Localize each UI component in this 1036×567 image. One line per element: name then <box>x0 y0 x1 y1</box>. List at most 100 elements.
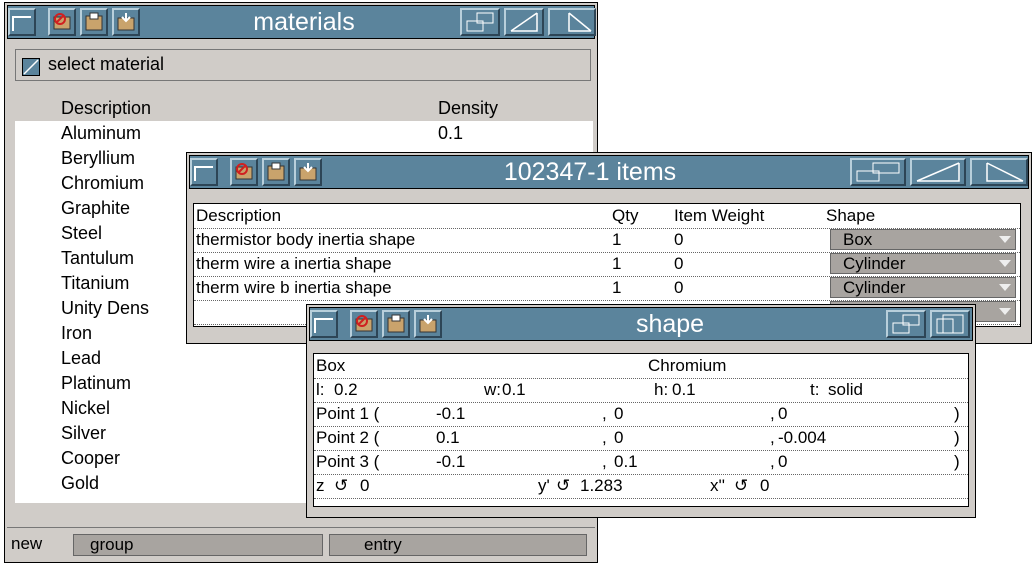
material-description: Titanium <box>61 273 130 293</box>
item-weight[interactable]: 0 <box>674 228 683 252</box>
list-item[interactable]: Aluminum 0.1 <box>15 121 593 146</box>
point-row: Point 1 (-0.1 0 0,,) <box>314 402 968 427</box>
maximize-icon <box>568 12 592 32</box>
materials-footer: new group entry <box>7 527 595 559</box>
thickness-field[interactable]: solid <box>828 378 863 402</box>
material-description: Graphite <box>61 198 131 218</box>
point-x-field[interactable]: 0.1 <box>436 426 460 450</box>
width-field[interactable]: 0.1 <box>502 378 526 402</box>
point-separator: ) <box>954 428 960 447</box>
delete-icon <box>53 13 71 30</box>
maximize-button[interactable] <box>548 8 596 36</box>
material-description: Lead <box>61 348 102 368</box>
delete-icon <box>355 315 373 332</box>
point-x-field[interactable]: -0.1 <box>436 402 465 426</box>
layout-icon <box>466 12 494 32</box>
material-description: Platinum <box>61 373 132 393</box>
shape-dropdown[interactable]: Cylinder <box>830 277 1016 298</box>
table-row[interactable]: therm wire a inertia shape 1 0 Cylinder <box>194 252 1020 277</box>
width-label: w: <box>484 380 501 399</box>
point-z-field[interactable]: -0.004 <box>778 426 826 450</box>
description-column-header[interactable]: Description <box>196 204 281 228</box>
minimize-icon <box>916 162 960 182</box>
point-y-field[interactable]: 0 <box>614 426 623 450</box>
restore-button[interactable] <box>930 310 970 338</box>
minimize-button[interactable] <box>910 158 966 186</box>
x-rotation-field[interactable]: 0 <box>760 474 769 498</box>
item-description[interactable]: therm wire a inertia shape <box>196 252 392 276</box>
point-separator: ) <box>954 404 960 423</box>
shape-dropdown-value: Box <box>843 230 873 249</box>
point-separator: ) <box>954 452 960 471</box>
layout-icon <box>856 162 900 182</box>
copy-tool-button[interactable] <box>80 8 108 36</box>
item-weight[interactable]: 0 <box>674 252 683 276</box>
window-menu-button[interactable] <box>190 158 218 186</box>
paste-tool-button[interactable] <box>112 8 140 36</box>
item-description[interactable]: therm wire b inertia shape <box>196 276 392 300</box>
maximize-button[interactable] <box>970 158 1028 186</box>
shape-window: shape Box Chromium l: 0.2 w: 0.1 h: 0.1 … <box>306 304 976 518</box>
delete-tool-button[interactable] <box>48 8 76 36</box>
shape-dropdown-value: Cylinder <box>843 254 906 273</box>
shape-dropdown[interactable]: Cylinder <box>830 253 1016 274</box>
item-qty[interactable]: 1 <box>612 228 621 252</box>
shape-dropdown[interactable]: Box <box>830 229 1016 250</box>
point-x-field[interactable]: -0.1 <box>436 450 465 474</box>
shape-form: Box Chromium l: 0.2 w: 0.1 h: 0.1 t: sol… <box>313 353 969 507</box>
menu-icon <box>194 166 213 181</box>
item-weight-column-header[interactable]: Item Weight <box>674 204 764 228</box>
paste-icon <box>117 13 135 31</box>
rotation-row: z ↺ 0 y' ↺ 1.283 x'' ↺ 0 <box>314 474 968 499</box>
paste-tool-button[interactable] <box>294 158 322 186</box>
entry-field[interactable]: entry <box>329 534 587 556</box>
material-description: Cooper <box>61 448 121 468</box>
point-separator: , <box>602 452 607 471</box>
length-field[interactable]: 0.2 <box>334 378 358 402</box>
point-z-field[interactable]: 0 <box>778 450 787 474</box>
item-qty[interactable]: 1 <box>612 252 621 276</box>
point-y-field[interactable]: 0.1 <box>614 450 638 474</box>
layout-button[interactable] <box>886 310 926 338</box>
paste-tool-button[interactable] <box>414 310 442 338</box>
y-rotation-field[interactable]: 1.283 <box>580 474 623 498</box>
copy-tool-button[interactable] <box>262 158 290 186</box>
copy-icon <box>85 12 103 31</box>
item-qty[interactable]: 1 <box>612 276 621 300</box>
paste-icon <box>419 315 437 333</box>
select-material-label: select material <box>48 54 165 74</box>
height-field[interactable]: 0.1 <box>672 378 696 402</box>
point-y-field[interactable]: 0 <box>614 402 623 426</box>
density-column-header[interactable]: Density <box>438 95 498 121</box>
window-menu-button[interactable] <box>310 310 338 338</box>
select-material-checkbox[interactable] <box>22 58 40 76</box>
group-field[interactable]: group <box>73 534 323 556</box>
table-row[interactable]: thermistor body inertia shape 1 0 Box <box>194 228 1020 253</box>
minimize-icon <box>510 12 538 32</box>
layout-button[interactable] <box>460 8 500 36</box>
table-row[interactable]: therm wire b inertia shape 1 0 Cylinder <box>194 276 1020 301</box>
materials-titlebar[interactable]: materials <box>7 5 596 39</box>
delete-tool-button[interactable] <box>350 310 378 338</box>
item-weight[interactable]: 0 <box>674 276 683 300</box>
copy-tool-button[interactable] <box>382 310 410 338</box>
material-description: Aluminum <box>61 123 142 143</box>
description-column-header[interactable]: Description <box>61 95 151 121</box>
shape-material[interactable]: Chromium <box>648 354 726 378</box>
minimize-button[interactable] <box>504 8 544 36</box>
items-header-row: Description Qty Item Weight Shape <box>194 204 1020 229</box>
item-description[interactable]: thermistor body inertia shape <box>196 228 415 252</box>
shape-titlebar[interactable]: shape <box>309 307 973 341</box>
point-z-field[interactable]: 0 <box>778 402 787 426</box>
height-label: h: <box>654 380 669 399</box>
shape-type[interactable]: Box <box>316 354 345 378</box>
shape-column-header[interactable]: Shape <box>826 204 875 228</box>
z-rotation-label: z <box>316 476 325 495</box>
qty-column-header[interactable]: Qty <box>612 204 638 228</box>
items-titlebar[interactable]: 102347-1 items <box>189 155 1029 189</box>
layout-button[interactable] <box>850 158 906 186</box>
window-menu-button[interactable] <box>8 8 36 36</box>
items-title: 102347-1 items <box>503 158 677 186</box>
z-rotation-field[interactable]: 0 <box>360 474 369 498</box>
delete-tool-button[interactable] <box>230 158 258 186</box>
